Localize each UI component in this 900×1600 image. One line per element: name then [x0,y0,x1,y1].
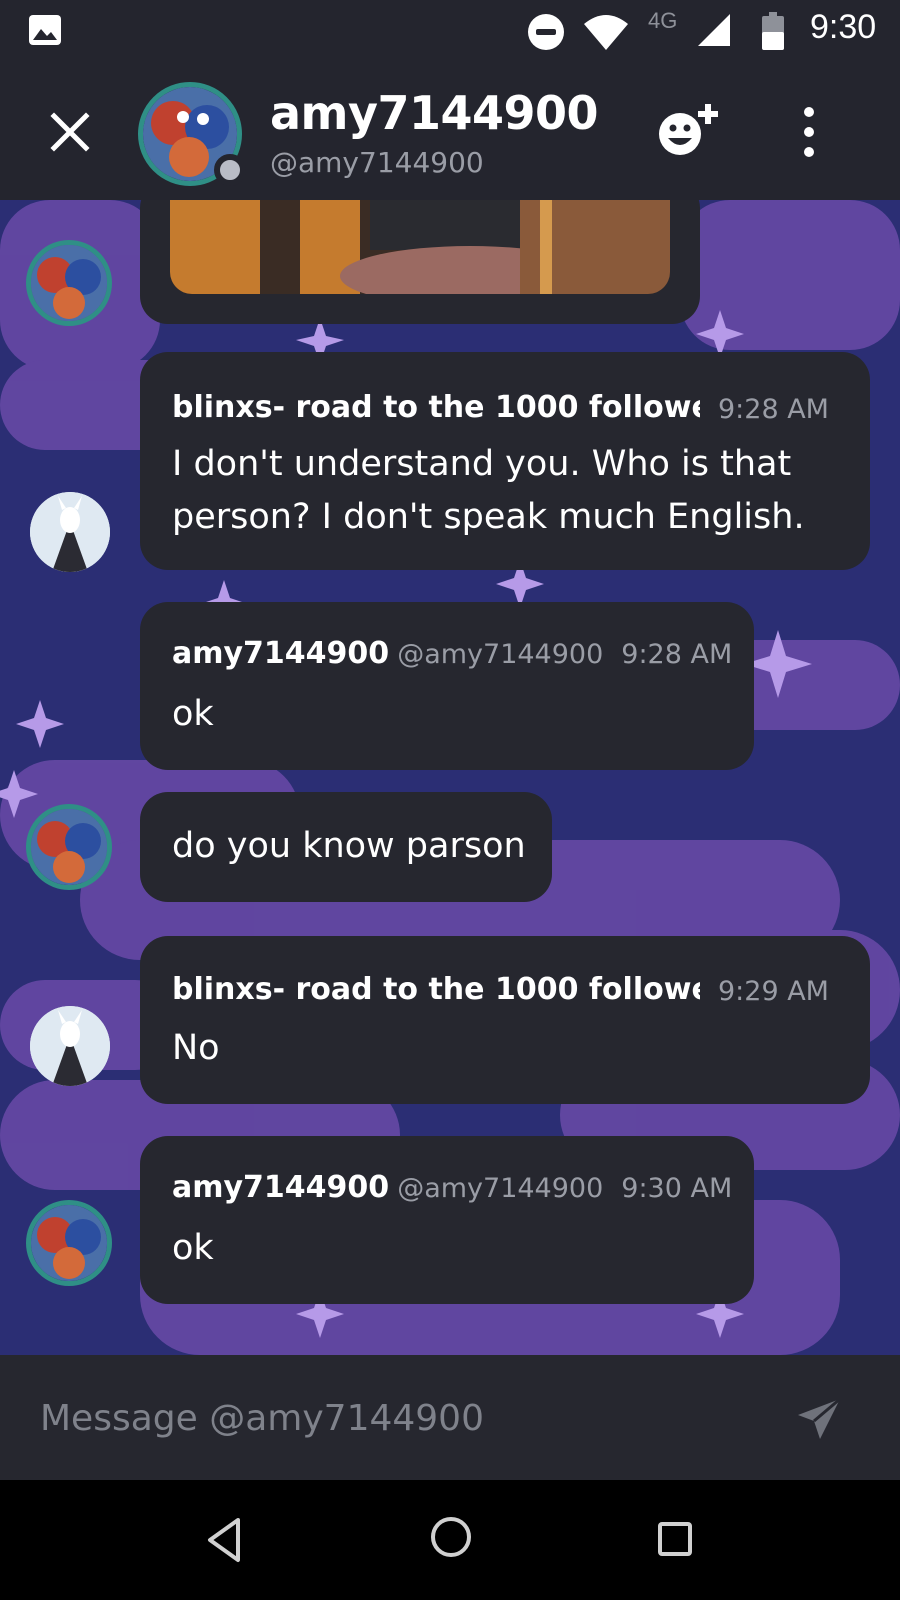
nav-recent-icon[interactable] [658,1522,692,1556]
system-nav-bar [0,1480,900,1600]
message-text: do you know parson [172,826,526,866]
cell-signal-icon [698,14,730,46]
avatar[interactable] [26,1200,112,1286]
more-vertical-icon[interactable] [794,104,824,160]
avatar-image [30,1006,110,1086]
message-text: No [172,1028,220,1068]
gallery-icon [29,15,61,45]
avatar[interactable] [30,1006,110,1086]
close-icon[interactable] [46,108,94,156]
nav-home-icon[interactable] [430,1516,472,1558]
avatar-image [31,245,107,321]
send-icon[interactable] [796,1397,842,1441]
avatar[interactable] [30,492,110,572]
message-author[interactable]: amy7144900 [172,636,389,671]
header-handle: @amy7144900 [270,146,484,179]
add-reaction-icon[interactable] [656,100,724,160]
clock: 9:30 [810,8,877,46]
message-bubble[interactable]: blinxs- road to the 1000 followers 9:28 A… [140,352,870,570]
message-bubble[interactable]: amy7144900 @amy7144900 9:30 AM ok [140,1136,754,1304]
nav-back-icon[interactable] [204,1516,244,1564]
page-title: amy7144900 [270,86,599,140]
message-text: ok [172,1228,214,1268]
message-text: ok [172,694,214,734]
message-author[interactable]: blinxs- road to the 1000 followers [172,390,700,425]
status-bar: 4G 9:30 [0,0,900,62]
avatar-image [30,492,110,572]
message-bubble[interactable]: amy7144900 @amy7144900 9:28 AM ok [140,602,754,770]
message-author[interactable]: amy7144900 [172,1170,389,1205]
wifi-icon [584,15,628,50]
message-handle: @amy7144900 [397,1173,604,1204]
message-input[interactable] [40,1391,760,1445]
message-handle: @amy7144900 [397,639,604,670]
message-timestamp: 9:29 AM [718,976,829,1007]
message-bubble[interactable]: do you know parson [140,792,552,902]
composer [0,1355,900,1480]
message-timestamp: 9:28 AM [621,639,733,670]
message-timestamp: 9:30 AM [621,1173,733,1204]
status-badge [214,154,246,186]
attachment-bubble [140,200,700,324]
dm-header: amy7144900 @amy7144900 [0,62,900,200]
avatar-image [31,1205,107,1281]
avatar[interactable] [26,804,112,890]
message-list[interactable]: blinxs- road to the 1000 followers 9:28 A… [0,200,900,1355]
avatar-image [31,809,107,885]
message-bubble[interactable]: blinxs- road to the 1000 followers 9:29 A… [140,936,870,1104]
network-type: 4G [648,8,678,33]
message-text: I don't understand you. Who is that pers… [172,444,805,537]
message-author[interactable]: blinxs- road to the 1000 followers [172,972,700,1007]
attachment-image[interactable] [170,200,670,294]
message-timestamp: 9:28 AM [718,394,829,425]
do-not-disturb-icon [528,14,564,50]
battery-icon [762,12,784,50]
avatar[interactable] [26,240,112,326]
